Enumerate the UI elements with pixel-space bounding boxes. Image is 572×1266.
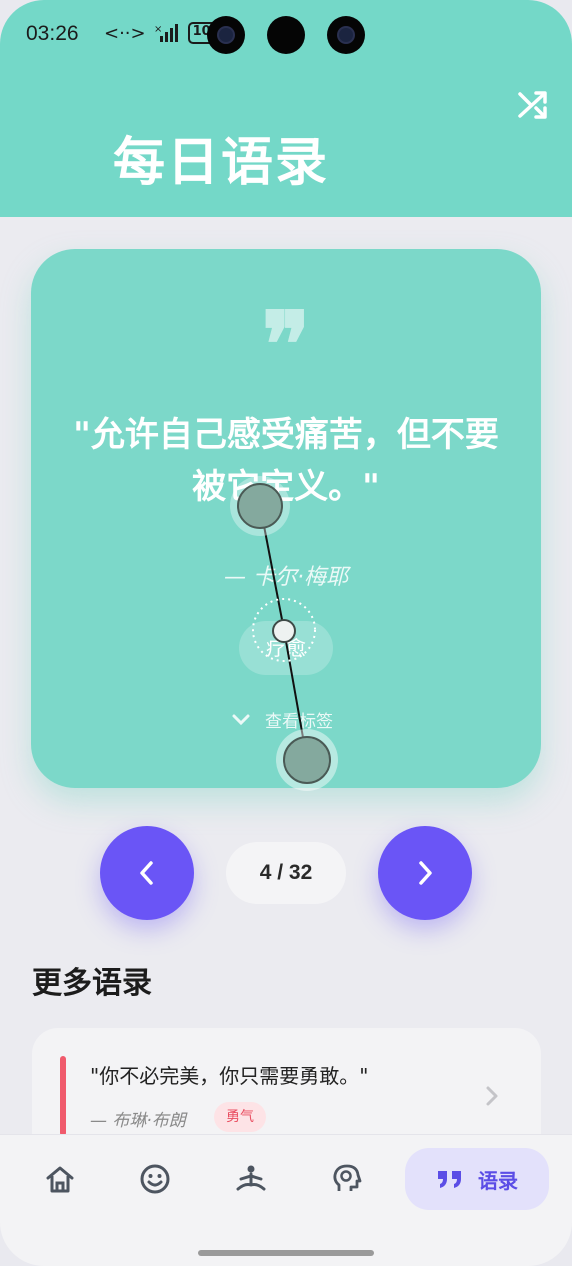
quote-text: "允许自己感受痛苦，但不要被它定义。"	[73, 415, 499, 507]
home-indicator[interactable]	[198, 1250, 374, 1256]
chevron-right-icon	[486, 1086, 498, 1106]
header: 03:26 <··> × 100 每日语录	[0, 0, 572, 217]
category-accent-bar	[60, 1056, 66, 1136]
bottom-navigation: 语录	[0, 1134, 572, 1266]
chevron-right-icon	[419, 861, 432, 885]
brain-head-icon[interactable]	[331, 1163, 363, 1195]
camera-cutout	[207, 16, 245, 54]
status-time: 03:26	[26, 22, 79, 45]
next-quote-button[interactable]	[378, 826, 472, 920]
list-item-quote: "你不必完美，你只需要勇敢。"	[90, 1064, 369, 1088]
view-tags-label: 查看标签	[265, 712, 333, 732]
network-icon: <··>	[104, 22, 146, 44]
camera-cutout	[327, 16, 365, 54]
quote-icon	[438, 1171, 461, 1188]
chevron-down-icon	[232, 714, 250, 725]
quote-card[interactable]: ❞ "允许自己感受痛苦，但不要被它定义。" — 卡尔·梅耶 疗愈 查看标签	[31, 249, 541, 788]
previous-quote-button[interactable]	[100, 826, 194, 920]
view-tags-button[interactable]: 查看标签	[231, 707, 333, 732]
quote-author: — 卡尔·梅耶	[224, 565, 348, 590]
chevron-left-icon	[140, 861, 153, 885]
nav-item-label: 语录	[478, 1168, 518, 1193]
signal-icon: ×	[154, 24, 178, 42]
more-quotes-title: 更多语录	[32, 966, 152, 1001]
shuffle-icon[interactable]	[518, 90, 550, 120]
page-title: 每日语录	[113, 133, 330, 193]
list-item-tag: 勇气	[214, 1102, 266, 1132]
list-item-author: — 布琳·布朗	[90, 1111, 186, 1131]
svg-text:×: ×	[154, 24, 162, 35]
camera-cutout	[267, 16, 305, 54]
page-counter: 4 / 32	[226, 842, 346, 904]
quote-icon: ❞	[261, 292, 311, 398]
app-screen: 03:26 <··> × 100 每日语录 ❞ "允许自己感受痛苦，但不要	[0, 0, 572, 1266]
nav-item-quotes[interactable]: 语录	[405, 1148, 549, 1210]
smile-icon[interactable]	[139, 1163, 171, 1195]
meditation-icon[interactable]	[235, 1163, 267, 1195]
home-icon[interactable]	[44, 1163, 76, 1195]
quote-tag[interactable]: 疗愈	[239, 621, 333, 675]
